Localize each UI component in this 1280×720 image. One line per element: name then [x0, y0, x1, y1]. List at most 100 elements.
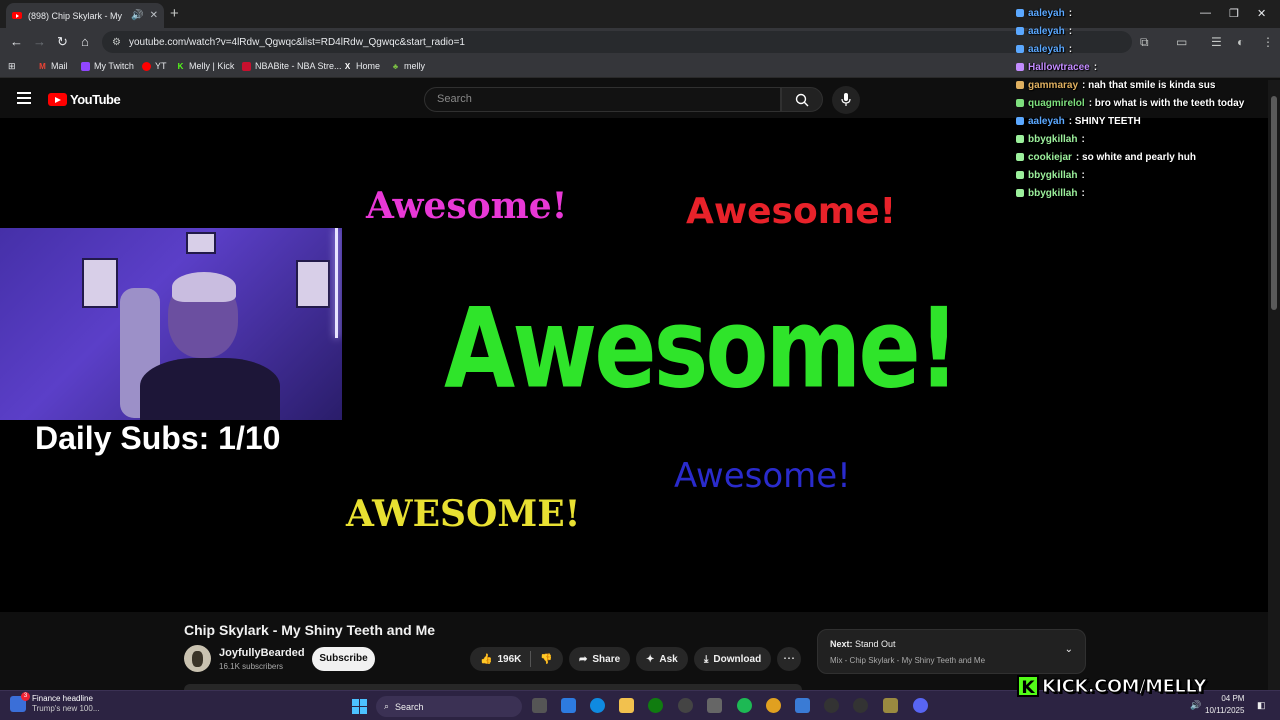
dislike-button[interactable]: 👎 [540, 654, 552, 665]
search-input[interactable]: Search [424, 87, 781, 112]
chat-text: : bro what is with the teeth today [1088, 97, 1245, 109]
channel-name[interactable]: JoyfullyBearded [219, 647, 305, 659]
chat-text: : so white and pearly huh [1075, 151, 1196, 163]
chat-text: : [1081, 187, 1085, 199]
sparkle-icon: ✦ [646, 653, 655, 665]
apps-grid-icon[interactable]: ⊞ [8, 61, 16, 72]
discord-icon[interactable] [913, 698, 928, 713]
edge-icon[interactable] [590, 698, 605, 713]
voice-search-button[interactable] [832, 86, 860, 114]
chevron-down-icon[interactable]: ⌄ [1065, 644, 1073, 655]
wall-poster [186, 232, 216, 254]
microphone-icon [841, 93, 851, 106]
tab-youtube[interactable]: (898) Chip Skylark - My Shi... 🔊 ✕ [6, 3, 164, 28]
home-icon[interactable]: ⌂ [81, 34, 89, 49]
youtube-logo[interactable]: YouTube [48, 92, 121, 107]
bookmark-melly-kick[interactable]: K Melly | Kick [176, 61, 235, 71]
chat-badge-icon [1016, 171, 1024, 179]
forward-icon[interactable]: → [33, 34, 46, 49]
bookmark-mail[interactable]: M Mail [38, 61, 67, 71]
taskbar-clock[interactable]: 04 PM 10/11/2025 [1205, 693, 1244, 717]
chat-text: : [1093, 61, 1098, 73]
ask-button[interactable]: ✦ Ask [636, 647, 688, 671]
speaker-icon[interactable]: 🔊 [131, 10, 143, 21]
file-explorer-icon[interactable] [619, 698, 634, 713]
store-icon[interactable] [707, 698, 722, 713]
bookmark-home[interactable]: X Home [343, 61, 380, 71]
wall-poster [82, 258, 118, 308]
news-icon [10, 692, 30, 712]
search-icon: ⌕ [384, 701, 390, 711]
more-actions-button[interactable]: ⋯ [777, 647, 801, 671]
tab-close-icon[interactable]: ✕ [150, 10, 158, 21]
chat-text: : SHINY TEETH [1068, 115, 1141, 127]
twitch-icon [81, 61, 90, 71]
xbox-icon[interactable] [648, 698, 663, 713]
taskbar-search[interactable]: ⌕ Search [376, 696, 522, 717]
hamburger-menu-icon[interactable] [17, 92, 31, 104]
chrome-icon[interactable] [766, 698, 781, 713]
tab-title: (898) Chip Skylark - My Shi... [28, 10, 125, 21]
app-icon[interactable] [883, 698, 898, 713]
windows-start-icon[interactable] [352, 699, 367, 714]
bookmark-melly[interactable]: ♣ melly [391, 61, 425, 71]
photos-icon[interactable] [795, 698, 810, 713]
youtube-favicon-icon [12, 12, 22, 19]
url-text: youtube.com/watch?v=4lRdw_Qgwqc&list=RD4… [128, 36, 465, 48]
reload-icon[interactable]: ↻ [57, 34, 68, 50]
bookmark-yt[interactable]: YT [142, 61, 167, 71]
video-title: Chip Skylark - My Shiny Teeth and Me [184, 622, 436, 638]
back-icon[interactable]: ← [10, 34, 23, 49]
channel-avatar[interactable] [184, 645, 211, 672]
download-button[interactable]: ⤓ Download [694, 647, 772, 671]
address-bar[interactable]: ⚙ youtube.com/watch?v=4lRdw_Qgwqc&list=R… [102, 31, 1132, 53]
like-button[interactable]: 👍 196K [480, 654, 521, 665]
awesome-text-yellow: AWESOME! [346, 493, 581, 535]
chat-message: bbygkillah: [1016, 166, 1276, 184]
awesome-text-red: Awesome! [686, 191, 897, 232]
chat-message: quagmirelol: bro what is with the teeth … [1016, 94, 1276, 112]
up-next-card[interactable]: Next: Stand Out Mix - Chip Skylark - My … [817, 629, 1086, 674]
chat-username: gammaray [1028, 79, 1079, 91]
news-widget[interactable]: Finance headline Trump's new 100... [10, 692, 99, 714]
new-tab-icon[interactable]: + [170, 5, 179, 22]
bookmark-nbabite[interactable]: NBABite - NBA Stre... [242, 61, 342, 71]
bookmark-my-twitch[interactable]: My Twitch [81, 61, 134, 71]
download-icon: ⤓ [704, 653, 709, 665]
chat-username: quagmirelol [1028, 97, 1085, 109]
site-info-icon[interactable]: ⚙ [112, 37, 121, 48]
share-button[interactable]: ➦ Share [569, 647, 631, 671]
thumbs-down-icon: 👎 [540, 653, 553, 665]
search-button[interactable] [781, 87, 823, 112]
chat-text: : nah that smile is kinda sus [1082, 79, 1216, 91]
media-player-icon[interactable] [824, 698, 839, 713]
up-next-mix-label: Mix - Chip Skylark - My Shiny Teeth and … [830, 656, 986, 665]
chat-username: aaleyah [1028, 115, 1065, 127]
more-horizontal-icon: ⋯ [783, 651, 795, 665]
obs-icon[interactable] [678, 698, 693, 713]
subscribe-button[interactable]: Subscribe [312, 647, 375, 671]
kick-icon: K [177, 61, 184, 71]
chat-message: aaleyah: SHINY TEETH [1016, 112, 1276, 130]
chat-username: aaleyah [1028, 7, 1065, 19]
copilot-icon[interactable] [561, 698, 576, 713]
task-view-icon[interactable] [532, 698, 547, 713]
spotify-icon[interactable] [737, 698, 752, 713]
chat-username: bbygkillah [1028, 187, 1078, 199]
streamer-body [140, 358, 280, 420]
frog-icon: ♣ [392, 61, 399, 71]
chat-message: aaleyah: [1016, 22, 1276, 40]
volume-icon[interactable]: 🔊 [1190, 700, 1201, 711]
app-icon[interactable] [853, 698, 868, 713]
chat-badge-icon [1016, 45, 1024, 53]
chat-badge-icon [1016, 117, 1024, 125]
share-icon: ➦ [579, 653, 588, 665]
x-icon: X [344, 61, 351, 71]
chat-username: aaleyah [1028, 43, 1065, 55]
notification-icon[interactable]: ◧ [1257, 700, 1266, 711]
chat-message: cookiejar: so white and pearly huh [1016, 148, 1276, 166]
chat-badge-icon [1016, 27, 1024, 35]
youtube-play-icon [48, 93, 67, 106]
nba-icon [242, 61, 251, 71]
chat-badge-icon [1016, 63, 1024, 71]
